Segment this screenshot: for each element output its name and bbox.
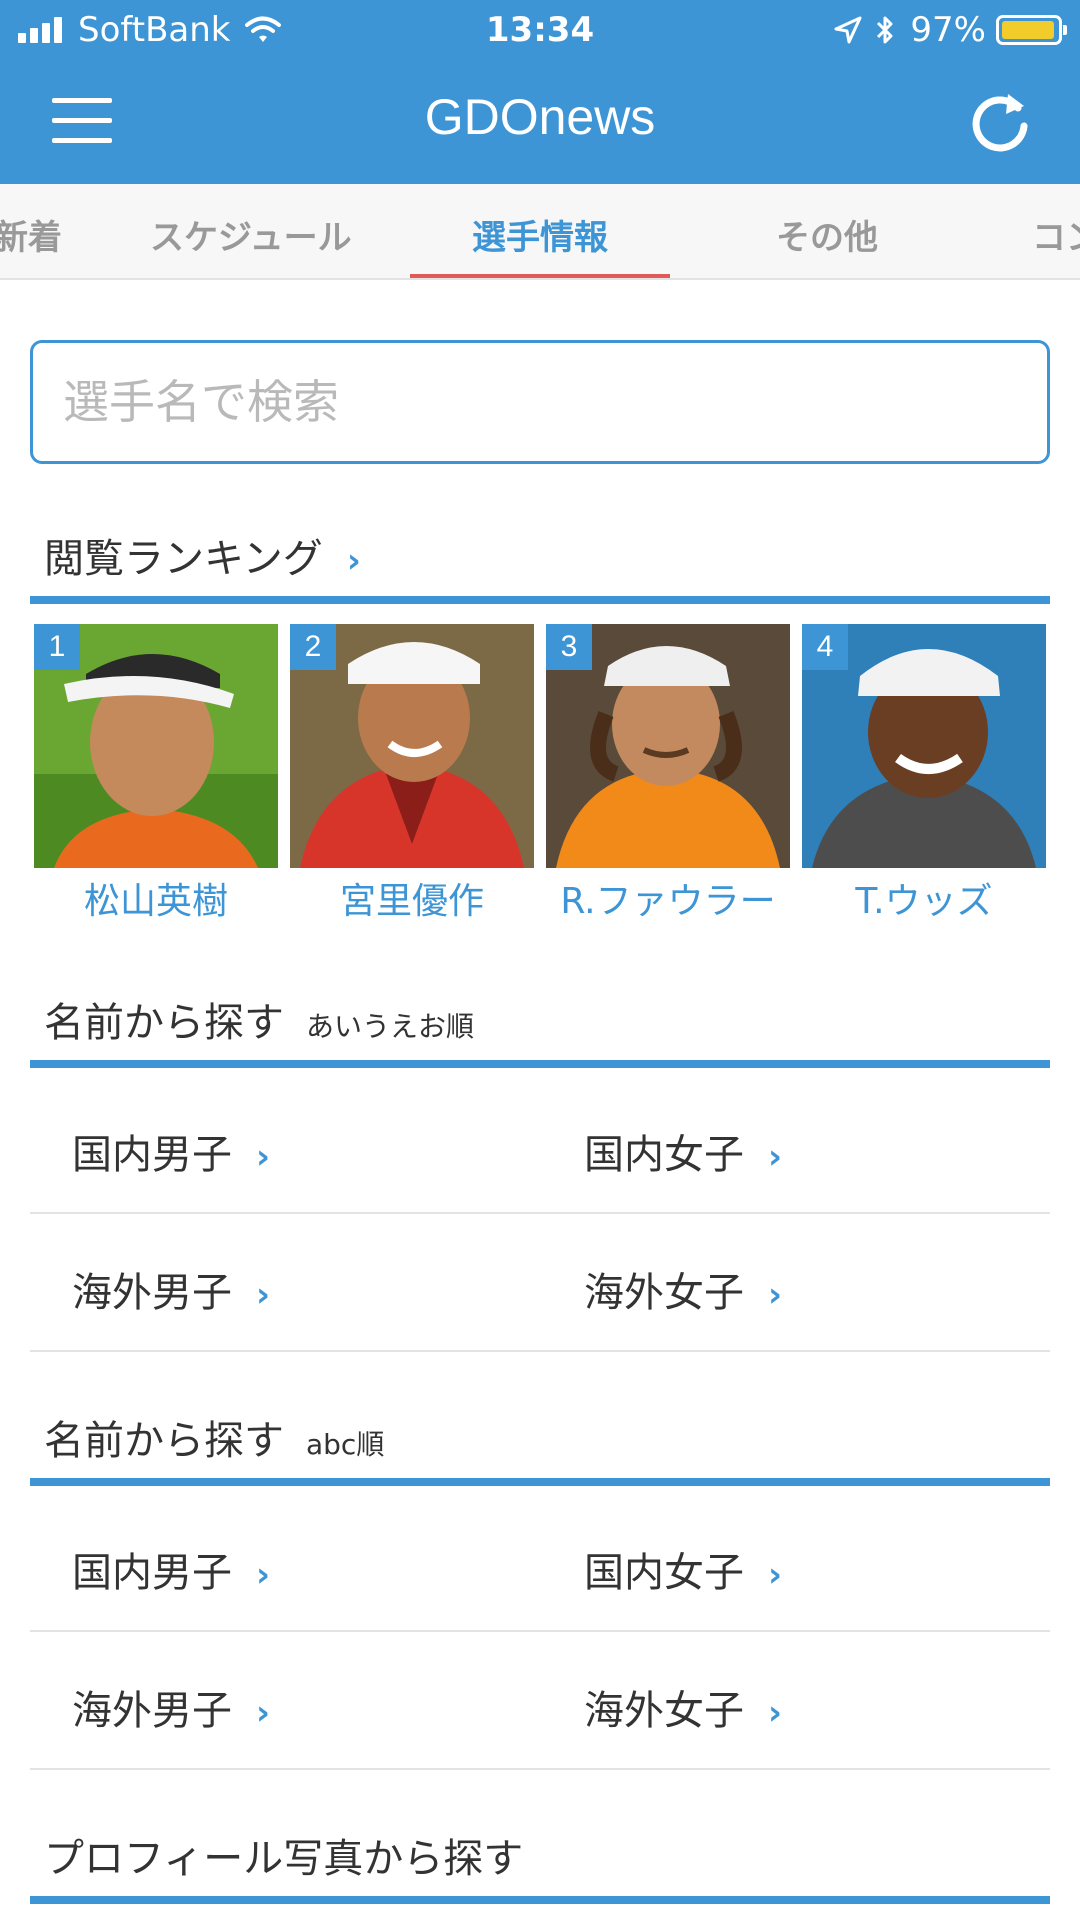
abc-order-links: 国内男子 › 国内女子 › 海外男子 › 海外女子 › xyxy=(30,1494,1050,1770)
chevron-right-icon: › xyxy=(768,1693,783,1733)
chevron-right-icon: › xyxy=(256,1275,271,1315)
chevron-right-icon: › xyxy=(768,1555,783,1595)
location-arrow-icon xyxy=(834,16,862,44)
kana-domestic-men-link[interactable]: 国内男子 › xyxy=(72,1122,270,1180)
section-subtitle: abc順 xyxy=(306,1428,385,1461)
battery-percent: 97% xyxy=(910,10,986,50)
player-name: 宮里優作 xyxy=(339,881,484,922)
rank-badge: 3 xyxy=(546,624,592,670)
tab-player-info[interactable]: 選手情報 xyxy=(472,210,608,259)
nav-bar: GDOnews xyxy=(0,60,1080,184)
player-search-input[interactable] xyxy=(30,340,1050,464)
section-title: プロフィール写真から探す xyxy=(44,1836,524,1882)
app-title: GDOnews xyxy=(424,89,656,145)
chevron-right-icon: › xyxy=(256,1137,271,1177)
chevron-right-icon: › xyxy=(346,541,361,581)
chevron-right-icon: › xyxy=(256,1555,271,1595)
ranking-title: 閲覧ランキング xyxy=(44,536,323,582)
abc-order-header: 名前から探す abc順 xyxy=(30,1408,1050,1486)
tab-other[interactable]: その他 xyxy=(776,210,878,259)
ranking-header[interactable]: 閲覧ランキング › xyxy=(30,526,1050,604)
category-tabs: 新着 スケジュール 選手情報 その他 コン xyxy=(0,184,1080,280)
player-photo: 3 xyxy=(546,624,790,868)
kana-order-links: 国内男子 › 国内女子 › 海外男子 › 海外女子 › xyxy=(30,1076,1050,1352)
kana-overseas-men-link[interactable]: 海外男子 › xyxy=(72,1260,270,1318)
player-name: 松山英樹 xyxy=(83,881,228,922)
ranking-player-2[interactable]: 2 宮里優作 xyxy=(290,624,534,924)
section-title: 名前から探す xyxy=(44,1418,284,1464)
ranking-list: 1 松山英樹 2 宮里優作 3 R.ファウラー 4 T.ウッズ xyxy=(34,624,1046,922)
ranking-player-3[interactable]: 3 R.ファウラー xyxy=(546,624,790,924)
section-subtitle: あいうえお順 xyxy=(306,1010,475,1043)
rank-badge: 1 xyxy=(34,624,80,670)
ranking-player-4[interactable]: 4 T.ウッズ xyxy=(802,624,1046,924)
player-name: R.ファウラー xyxy=(560,881,776,922)
active-tab-indicator xyxy=(410,274,670,278)
kana-domestic-women-link[interactable]: 国内女子 › xyxy=(584,1122,782,1180)
kana-overseas-women-link[interactable]: 海外女子 › xyxy=(584,1260,782,1318)
chevron-right-icon: › xyxy=(768,1137,783,1177)
tab-schedule[interactable]: スケジュール xyxy=(150,210,352,259)
player-photo: 1 xyxy=(34,624,278,868)
tab-new[interactable]: 新着 xyxy=(0,210,62,259)
link-row: 海外男子 › 海外女子 › xyxy=(30,1632,1050,1770)
abc-domestic-men-link[interactable]: 国内男子 › xyxy=(72,1540,270,1598)
kana-order-header: 名前から探す あいうえお順 xyxy=(30,990,1050,1068)
section-title: 名前から探す xyxy=(44,1000,284,1046)
player-photo: 4 xyxy=(802,624,1046,868)
app-header: SoftBank 13:34 97% GDOnews xyxy=(0,0,1080,184)
ranking-player-1[interactable]: 1 松山英樹 xyxy=(34,624,278,924)
photo-search-header[interactable]: プロフィール写真から探す xyxy=(30,1826,1050,1904)
link-row: 海外男子 › 海外女子 › xyxy=(30,1214,1050,1352)
battery-icon xyxy=(996,15,1067,45)
chevron-right-icon: › xyxy=(768,1275,783,1315)
player-name: T.ウッズ xyxy=(855,881,993,922)
link-row: 国内男子 › 国内女子 › xyxy=(30,1076,1050,1214)
tab-content[interactable]: コン xyxy=(1032,210,1080,259)
abc-domestic-women-link[interactable]: 国内女子 › xyxy=(584,1540,782,1598)
refresh-icon[interactable] xyxy=(964,86,1036,158)
status-bar: SoftBank 13:34 97% xyxy=(0,0,1080,58)
rank-badge: 2 xyxy=(290,624,336,670)
abc-overseas-men-link[interactable]: 海外男子 › xyxy=(72,1678,270,1736)
abc-overseas-women-link[interactable]: 海外女子 › xyxy=(584,1678,782,1736)
player-photo: 2 xyxy=(290,624,534,868)
chevron-right-icon: › xyxy=(256,1693,271,1733)
rank-badge: 4 xyxy=(802,624,848,670)
bluetooth-icon xyxy=(877,16,893,44)
link-row: 国内男子 › 国内女子 › xyxy=(30,1494,1050,1632)
